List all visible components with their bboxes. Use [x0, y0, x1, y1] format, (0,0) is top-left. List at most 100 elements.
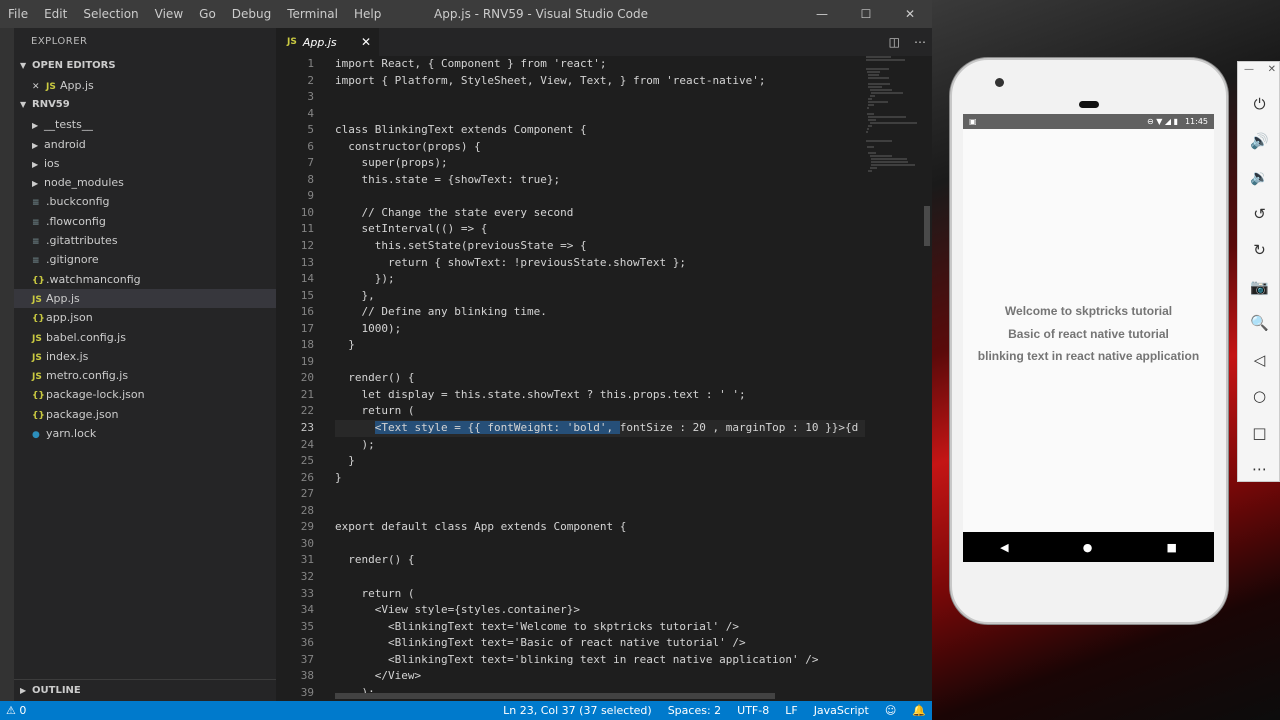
code-line[interactable]: super(props); [335, 155, 865, 172]
code-line[interactable]: // Define any blinking time. [335, 304, 865, 321]
overview-icon[interactable]: ■ [1167, 541, 1177, 554]
overview-icon[interactable]: □ [1238, 415, 1280, 452]
code-line[interactable]: render() { [335, 552, 865, 569]
code-line[interactable]: } [335, 453, 865, 470]
menu-help[interactable]: Help [346, 0, 389, 28]
menu-debug[interactable]: Debug [224, 0, 279, 28]
open-editors-section[interactable]: ▼ OPEN EDITORS [14, 56, 276, 76]
code-line[interactable]: constructor(props) { [335, 139, 865, 156]
file-tree-item[interactable]: {}.watchmanconfig [14, 270, 276, 289]
split-editor-icon[interactable]: ◫ [889, 35, 900, 49]
minimize-icon[interactable]: — [800, 0, 844, 28]
code-line[interactable]: <View style={styles.container}> [335, 602, 865, 619]
code-line[interactable]: import React, { Component } from 'react'… [335, 56, 865, 73]
file-tree-item[interactable]: ≡ .gitattributes [14, 231, 276, 250]
code-line[interactable] [335, 536, 865, 553]
phone-screen[interactable]: ▣ ⊖ ▼ ◢ ▮ 11:45 Welcome to skptricks tut… [963, 114, 1214, 562]
rotate-right-icon[interactable]: ↻ [1238, 232, 1280, 269]
code-line[interactable] [335, 89, 865, 106]
home-icon[interactable]: ● [1083, 541, 1093, 554]
scroll-thumb[interactable] [924, 206, 930, 246]
menu-terminal[interactable]: Terminal [279, 0, 346, 28]
volume-down-icon[interactable]: 🔉 [1238, 159, 1280, 196]
volume-up-icon[interactable]: 🔊 [1238, 123, 1280, 160]
code-line[interactable]: return ( [335, 403, 865, 420]
code-line[interactable]: setInterval(() => { [335, 221, 865, 238]
code-view[interactable]: import React, { Component } from 'react'… [335, 56, 865, 701]
open-editor-item[interactable]: ✕ JS App.js [14, 76, 276, 95]
code-line[interactable]: </View> [335, 668, 865, 685]
code-line[interactable]: 1000); [335, 321, 865, 338]
tab-app-js[interactable]: JS App.js ✕ [276, 28, 379, 56]
home-icon[interactable]: ○ [1238, 378, 1280, 415]
code-line[interactable] [335, 486, 865, 503]
minimize-icon[interactable]: — [1244, 64, 1254, 75]
menu-file[interactable]: File [0, 0, 36, 28]
file-tree-item[interactable]: ▶ __tests__ [14, 115, 276, 134]
file-tree-item[interactable]: ● yarn.lock [14, 424, 276, 443]
code-line[interactable]: // Change the state every second [335, 205, 865, 222]
file-tree-item[interactable]: ≡ .gitignore [14, 250, 276, 269]
code-line[interactable] [335, 106, 865, 123]
file-tree-item[interactable]: ▶ android [14, 135, 276, 154]
code-line[interactable]: import { Platform, StyleSheet, View, Tex… [335, 73, 865, 90]
code-line[interactable]: ); [335, 437, 865, 454]
file-tree-item[interactable]: JS metro.config.js [14, 366, 276, 385]
vertical-scrollbar[interactable] [922, 56, 932, 701]
code-line[interactable]: <BlinkingText text='Basic of react nativ… [335, 635, 865, 652]
code-line[interactable]: export default class App extends Compone… [335, 519, 865, 536]
minimap[interactable] [866, 56, 920, 176]
code-line[interactable]: <BlinkingText text='Welcome to skptricks… [335, 619, 865, 636]
code-line[interactable] [335, 569, 865, 586]
file-tree-item[interactable]: {}app.json [14, 308, 276, 327]
code-line[interactable] [335, 354, 865, 371]
code-line[interactable]: let display = this.state.showText ? this… [335, 387, 865, 404]
indentation[interactable]: Spaces: 2 [668, 704, 721, 717]
code-line[interactable]: }, [335, 288, 865, 305]
file-tree-item[interactable]: {}package.json [14, 405, 276, 424]
rotate-left-icon[interactable]: ↺ [1238, 196, 1280, 233]
project-section[interactable]: ▼ RNV59 [14, 95, 276, 115]
more-icon[interactable]: ⋯ [1238, 451, 1280, 488]
file-tree-item[interactable]: JS babel.config.js [14, 328, 276, 347]
problems-indicator[interactable]: ⚠ 0 [6, 701, 26, 720]
code-line[interactable] [335, 188, 865, 205]
file-tree-item[interactable]: JS index.js [14, 347, 276, 366]
code-line[interactable]: <BlinkingText text='blinking text in rea… [335, 652, 865, 669]
language-mode[interactable]: JavaScript [814, 704, 869, 717]
code-line[interactable]: class BlinkingText extends Component { [335, 122, 865, 139]
code-line[interactable]: }); [335, 271, 865, 288]
menu-selection[interactable]: Selection [75, 0, 146, 28]
close-icon[interactable]: ✕ [888, 0, 932, 28]
file-tree-item[interactable]: ≡ .flowconfig [14, 212, 276, 231]
code-line[interactable] [335, 503, 865, 520]
camera-icon[interactable]: 📷 [1238, 269, 1280, 306]
code-line[interactable]: return ( [335, 586, 865, 603]
zoom-icon[interactable]: 🔍 [1238, 305, 1280, 342]
code-line[interactable]: } [335, 470, 865, 487]
code-line[interactable]: <Text style = {{ fontWeight: 'bold', fon… [335, 420, 865, 437]
feedback-icon[interactable]: ☺ [885, 704, 896, 717]
outline-section[interactable]: ▶ OUTLINE [14, 679, 276, 701]
close-icon[interactable]: ✕ [1268, 64, 1276, 75]
close-tab-icon[interactable]: ✕ [361, 35, 371, 49]
notification-bell-icon[interactable]: 🔔 [912, 704, 926, 717]
maximize-icon[interactable]: ☐ [844, 0, 888, 28]
file-tree-item[interactable]: {}package-lock.json [14, 385, 276, 404]
menu-view[interactable]: View [147, 0, 191, 28]
file-tree-item[interactable]: JS App.js [14, 288, 276, 309]
more-actions-icon[interactable]: ⋯ [914, 35, 926, 49]
file-tree-item[interactable]: ▶ ios [14, 154, 276, 173]
cursor-position[interactable]: Ln 23, Col 37 (37 selected) [503, 704, 652, 717]
code-line[interactable]: this.setState(previousState => { [335, 238, 865, 255]
menu-edit[interactable]: Edit [36, 0, 75, 28]
back-icon[interactable]: ◁ [1238, 342, 1280, 379]
code-line[interactable]: render() { [335, 370, 865, 387]
file-tree-item[interactable]: ≡ .buckconfig [14, 192, 276, 211]
close-icon[interactable]: ✕ [32, 78, 46, 97]
end-of-line[interactable]: LF [785, 704, 797, 717]
code-line[interactable]: this.state = {showText: true}; [335, 172, 865, 189]
file-tree-item[interactable]: ▶ node_modules [14, 173, 276, 192]
code-line[interactable]: } [335, 337, 865, 354]
encoding[interactable]: UTF-8 [737, 704, 769, 717]
